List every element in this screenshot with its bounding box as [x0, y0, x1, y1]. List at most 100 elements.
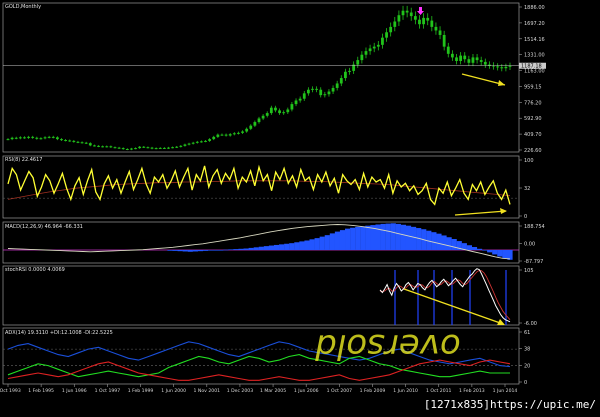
price-candle [261, 115, 265, 119]
price-candle [294, 100, 298, 105]
price-candle [109, 146, 113, 148]
oversold-annotation: oversold [315, 326, 461, 366]
price-candle [158, 147, 162, 149]
chart-window: 1886.00 1697.20 1514.16 1331.00 1163.00 959.1… [0, 0, 600, 413]
price-candle [418, 19, 421, 25]
y-tick-label: 959.15 [524, 84, 542, 90]
price-candle [245, 128, 249, 132]
price-candle [101, 146, 105, 148]
price-candle [253, 122, 257, 126]
macd-histogram-bar [507, 249, 513, 260]
macd-histogram-bar [476, 248, 483, 250]
price-candle [55, 137, 59, 140]
price-candle [191, 142, 195, 144]
price-candle [430, 20, 434, 27]
adx-panel-title: ADX(14) 19.3110 +DI:12.1008 -DI:22.5225 [5, 330, 113, 336]
macd-histogram-bar [197, 249, 204, 252]
price-candle [68, 140, 72, 142]
macd-histogram-bar [268, 245, 275, 250]
price-candle [389, 26, 393, 33]
price-candle [179, 145, 183, 147]
price-candle [113, 147, 117, 149]
price-candle [138, 146, 142, 149]
y-tick-label: 105 [524, 268, 534, 274]
macd-histogram-bar [502, 249, 508, 259]
macd-histogram-bar [284, 243, 290, 250]
price-candle [356, 60, 360, 65]
price-candle [401, 10, 405, 16]
price-candle [311, 88, 314, 90]
macd-histogram-bar [339, 230, 346, 250]
price-candle [306, 89, 310, 94]
stoch-trend-arrow [403, 288, 504, 325]
price-candle [10, 137, 14, 140]
x-tick-label: 2 Oct 1993 [0, 388, 21, 394]
macd-histogram-bar [385, 223, 391, 250]
x-tick-label: 1 Nov 2001 [194, 388, 221, 394]
price-candle [319, 89, 323, 96]
price-candle [237, 132, 240, 134]
price-candle [450, 53, 454, 58]
rsi-average-line [7, 180, 511, 200]
price-candle [442, 34, 446, 47]
price-candle [496, 66, 500, 68]
price-candle [93, 145, 96, 147]
price-candle [381, 37, 384, 45]
macd-histogram-bar [436, 233, 442, 250]
price-candle [27, 136, 30, 138]
price-candle [426, 17, 430, 21]
macd-histogram-bar [233, 249, 239, 250]
y-tick-label: 32 [524, 186, 530, 192]
y-tick-label: 1697.20 [524, 21, 545, 27]
macd-histogram-bar [304, 240, 310, 250]
macd-histogram-bar [319, 236, 325, 250]
price-candle [80, 142, 84, 144]
stoch-panel-title: stochRSI 0.0000 4.0069 [5, 267, 65, 273]
price-candle [475, 57, 479, 61]
price-candle [18, 137, 22, 139]
macd-histogram-bar [182, 249, 188, 252]
price-candle [504, 66, 508, 69]
y-tick-label: 226.60 [524, 148, 542, 154]
price-candle [315, 88, 319, 90]
macd-histogram-bar [243, 248, 249, 250]
macd-panel-title: MACD(12,26,9) 46.964 -66.331 [5, 224, 83, 230]
macd-histogram-bar [192, 249, 198, 252]
x-tick-label: 1 Feb 1995 [28, 388, 54, 394]
price-candle [51, 136, 55, 138]
price-candle [60, 139, 63, 141]
x-tick-label: 1 Jun 2010 [393, 388, 418, 394]
macd-histogram-bar [167, 249, 173, 251]
price-candle [167, 147, 170, 149]
x-tick-label: 1 Jun 2006 [294, 388, 319, 394]
price-candle [409, 12, 413, 17]
y-tick-label: 188.754 [524, 224, 545, 230]
price-candle [146, 147, 150, 149]
price-candle [348, 70, 351, 72]
macd-histogram-bar [289, 243, 295, 250]
macd-histogram-bar [263, 246, 270, 250]
price-candle [298, 98, 302, 101]
chart-canvas: 1886.001697.201514.161331.001163.00959.1… [0, 2, 546, 394]
price-candle [187, 143, 191, 145]
macd-histogram-bar [446, 237, 452, 250]
price-candle [208, 139, 212, 141]
price-candle [290, 104, 294, 110]
x-tick-label: 1 Dec 2003 [227, 388, 254, 394]
price-candle [323, 94, 327, 96]
price-candle [339, 78, 343, 84]
macd-histogram-bar [375, 224, 381, 250]
price-candle [422, 17, 425, 25]
watermark: [1271x835]https://upic.me/ [423, 398, 596, 411]
price-candle [327, 91, 331, 95]
price-candle [376, 44, 380, 47]
price-candle [459, 55, 463, 62]
macd-histogram-bar [172, 249, 178, 251]
macd-histogram-bar [279, 244, 285, 250]
y-tick-label: 776.20 [524, 100, 542, 106]
macd-histogram-bar [248, 247, 254, 250]
price-candle [438, 30, 442, 35]
macd-histogram-bar [466, 245, 473, 250]
rsi-line [7, 164, 511, 206]
price-candle [228, 134, 232, 136]
